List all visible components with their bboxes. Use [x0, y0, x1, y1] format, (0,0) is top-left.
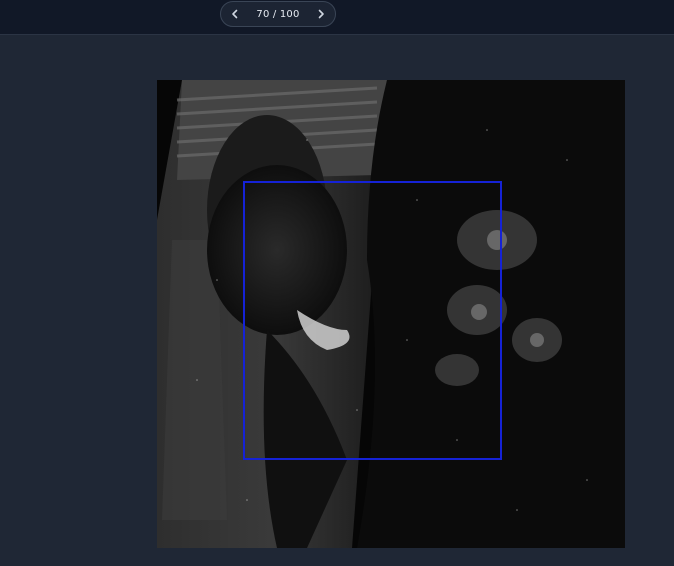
page-counter: 70 / 100: [256, 8, 300, 20]
top-toolbar: 70 / 100: [0, 0, 674, 35]
photo-image: [157, 80, 625, 548]
prev-page-button[interactable]: [227, 6, 243, 22]
chevron-left-icon: [232, 9, 238, 19]
pagination-control: 70 / 100: [220, 1, 336, 27]
bounding-box[interactable]: [243, 181, 502, 460]
chevron-right-icon: [318, 9, 324, 19]
next-page-button[interactable]: [313, 6, 329, 22]
